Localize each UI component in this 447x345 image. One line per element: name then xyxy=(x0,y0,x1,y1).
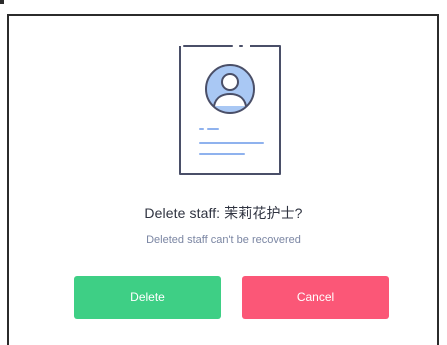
dialog-title: Delete staff: 茉莉花护士? xyxy=(144,205,303,221)
delete-staff-dialog: Delete staff: 茉莉花护士? Deleted staff can't… xyxy=(0,0,447,345)
dialog-top-border xyxy=(7,14,439,16)
window-corner-mark xyxy=(0,0,4,4)
delete-button[interactable]: Delete xyxy=(74,276,221,319)
dialog-subtitle: Deleted staff can't be recovered xyxy=(146,234,301,246)
cancel-button[interactable]: Cancel xyxy=(242,276,389,319)
dialog-left-border xyxy=(7,14,9,345)
dialog-right-border xyxy=(437,14,439,345)
id-card-person-icon xyxy=(179,45,281,175)
